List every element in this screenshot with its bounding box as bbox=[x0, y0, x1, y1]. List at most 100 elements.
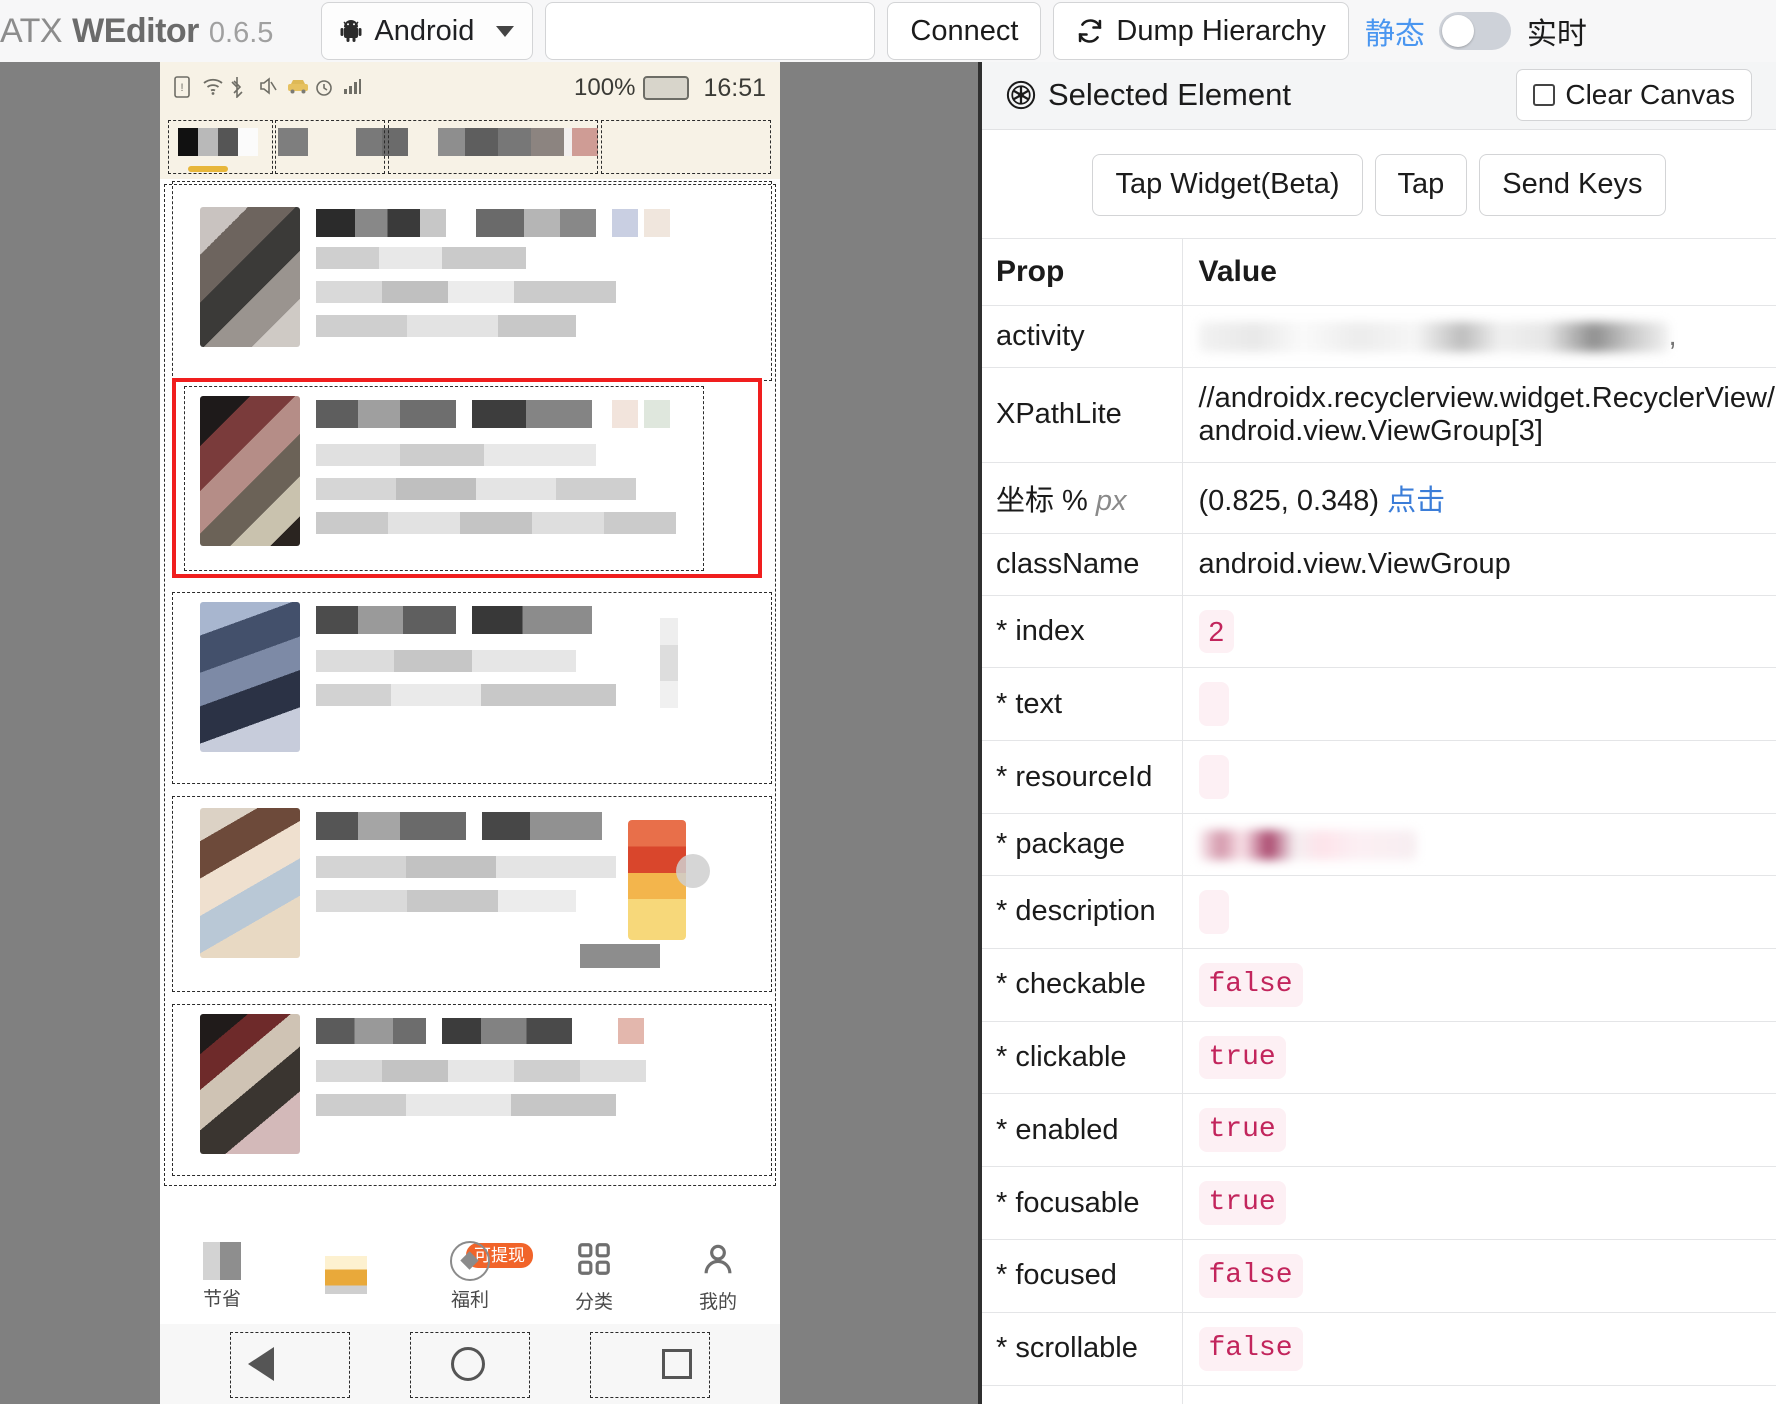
table-row: * package bbox=[982, 813, 1776, 877]
list-item[interactable] bbox=[160, 588, 780, 788]
redacted-block bbox=[476, 209, 596, 237]
list-item-selected[interactable] bbox=[160, 378, 780, 582]
value-scrollable: false bbox=[1198, 1326, 1303, 1371]
value-classname: android.view.ViewGroup bbox=[1182, 532, 1776, 596]
properties-table-wrap[interactable]: Prop Value activity , XPathLite //androi… bbox=[982, 237, 1776, 1404]
redacted-block bbox=[316, 315, 576, 337]
bound-box bbox=[601, 120, 771, 174]
device-screenshot[interactable]: ! 100% 16:51 节省 可提现 福利 分类 我的 bbox=[160, 62, 780, 1404]
list-item[interactable] bbox=[160, 181, 780, 381]
redacted-block bbox=[316, 1018, 426, 1044]
tab-label: 福利 bbox=[450, 1290, 489, 1311]
list-item[interactable] bbox=[160, 1004, 780, 1179]
app-header-strip bbox=[160, 114, 780, 179]
redacted-block bbox=[618, 1018, 644, 1044]
table-row: * scrollable false bbox=[982, 1311, 1776, 1386]
prop-focused: * focused bbox=[982, 1239, 1183, 1313]
grid-icon bbox=[575, 1240, 613, 1283]
value-description bbox=[1198, 890, 1230, 934]
device-serial-input[interactable] bbox=[545, 2, 876, 60]
redacted-block bbox=[316, 812, 466, 840]
tab-3[interactable]: 分类 bbox=[532, 1240, 656, 1314]
back-icon[interactable] bbox=[248, 1347, 275, 1381]
table-row: * resourceId bbox=[982, 740, 1776, 815]
mute-icon bbox=[258, 76, 280, 100]
redacted-block bbox=[316, 247, 526, 269]
device-nav-bar[interactable] bbox=[160, 1324, 780, 1404]
prop-package: * package bbox=[982, 813, 1183, 877]
redacted-block bbox=[278, 128, 308, 156]
connect-button[interactable]: Connect bbox=[887, 2, 1042, 60]
redacted-block bbox=[316, 650, 576, 672]
inspector-header: Selected Element Clear Canvas bbox=[982, 62, 1776, 130]
refresh-icon bbox=[1076, 17, 1104, 45]
table-row: * enabled true bbox=[982, 1093, 1776, 1168]
redacted-value bbox=[1198, 830, 1417, 861]
table-row: 坐标 % px (0.825, 0.348) 点击 bbox=[982, 461, 1776, 534]
redacted-block bbox=[644, 209, 670, 237]
table-row: * description bbox=[982, 875, 1776, 949]
send-keys-button[interactable]: Send Keys bbox=[1479, 153, 1666, 216]
platform-select[interactable]: Android bbox=[321, 2, 534, 60]
list-item[interactable] bbox=[160, 794, 780, 994]
table-row: * focusable true bbox=[982, 1166, 1776, 1240]
tap-coordinate-link[interactable]: 点击 bbox=[1387, 485, 1445, 517]
redacted-block bbox=[316, 606, 456, 634]
scroll-handle[interactable] bbox=[676, 854, 710, 888]
home-icon[interactable] bbox=[450, 1347, 485, 1381]
brand-atx: ATX bbox=[0, 11, 63, 50]
value-checkable-cell: false bbox=[1182, 947, 1776, 1022]
prop-enabled: * enabled bbox=[982, 1093, 1183, 1168]
mode-live-label[interactable]: 实时 bbox=[1527, 9, 1587, 53]
tab-2[interactable]: 可提现 福利 bbox=[408, 1241, 533, 1312]
redacted-block bbox=[316, 209, 446, 237]
value-focused: false bbox=[1198, 1254, 1303, 1298]
mode-toggle[interactable] bbox=[1438, 12, 1511, 50]
tap-button[interactable]: Tap bbox=[1374, 153, 1468, 216]
redacted-block bbox=[612, 400, 638, 428]
value-coordinates: (0.825, 0.348) 点击 bbox=[1182, 461, 1776, 534]
tab-1[interactable] bbox=[284, 1255, 408, 1298]
app-toolbar: ATX WEditor 0.6.5 Android Connect Dump H… bbox=[0, 0, 1776, 62]
value-text bbox=[1198, 682, 1230, 727]
main-area: ! 100% 16:51 节省 可提现 福利 分类 我的 Selected El… bbox=[0, 62, 1776, 1404]
prop-longclickable: * longClickable bbox=[982, 1384, 1183, 1404]
redacted-block bbox=[316, 512, 676, 534]
status-icons: ! bbox=[174, 76, 364, 100]
value-resourceid-cell bbox=[1182, 740, 1776, 815]
status-clock: 16:51 bbox=[703, 73, 766, 102]
brand-weditor: WEditor bbox=[72, 11, 199, 50]
value-enabled-cell: true bbox=[1182, 1093, 1776, 1168]
redacted-underline bbox=[188, 166, 228, 172]
clear-canvas-button[interactable]: Clear Canvas bbox=[1516, 69, 1752, 122]
redacted-block bbox=[316, 478, 636, 500]
platform-select-label: Android bbox=[374, 14, 475, 47]
tap-widget-button[interactable]: Tap Widget(Beta) bbox=[1092, 153, 1363, 216]
coordinates-value: (0.825, 0.348) bbox=[1198, 484, 1380, 517]
benefit-icon bbox=[450, 1241, 490, 1281]
redacted-block bbox=[660, 618, 678, 708]
value-focused-cell: false bbox=[1182, 1239, 1776, 1313]
prop-resourceid: * resourceId bbox=[982, 740, 1183, 815]
redacted-block bbox=[316, 684, 616, 706]
value-clickable: true bbox=[1198, 1035, 1286, 1080]
recents-icon[interactable] bbox=[661, 1349, 692, 1379]
value-clickable-cell: true bbox=[1182, 1020, 1776, 1095]
device-canvas[interactable]: ! 100% 16:51 节省 可提现 福利 分类 我的 bbox=[0, 62, 978, 1404]
redacted-thumbnail bbox=[200, 207, 300, 347]
redacted-block bbox=[316, 856, 616, 878]
device-tab-bar[interactable]: 节省 可提现 福利 分类 我的 bbox=[160, 1229, 780, 1324]
tab-label: 分类 bbox=[574, 1291, 613, 1313]
redacted-thumbnail bbox=[200, 396, 300, 546]
tab-0[interactable]: 节省 bbox=[160, 1242, 284, 1311]
tab-4[interactable]: 我的 bbox=[656, 1240, 780, 1314]
prop-index: * index bbox=[982, 594, 1183, 669]
table-row: * longClickable false bbox=[982, 1384, 1776, 1404]
app-content[interactable] bbox=[160, 114, 780, 1324]
battery-percent: 100% bbox=[574, 74, 636, 101]
table-row: * index 2 bbox=[982, 594, 1776, 669]
tab-label: 我的 bbox=[698, 1291, 737, 1313]
dump-hierarchy-button[interactable]: Dump Hierarchy bbox=[1053, 2, 1349, 60]
mode-static-label[interactable]: 静态 bbox=[1365, 9, 1425, 53]
person-icon bbox=[699, 1240, 737, 1283]
